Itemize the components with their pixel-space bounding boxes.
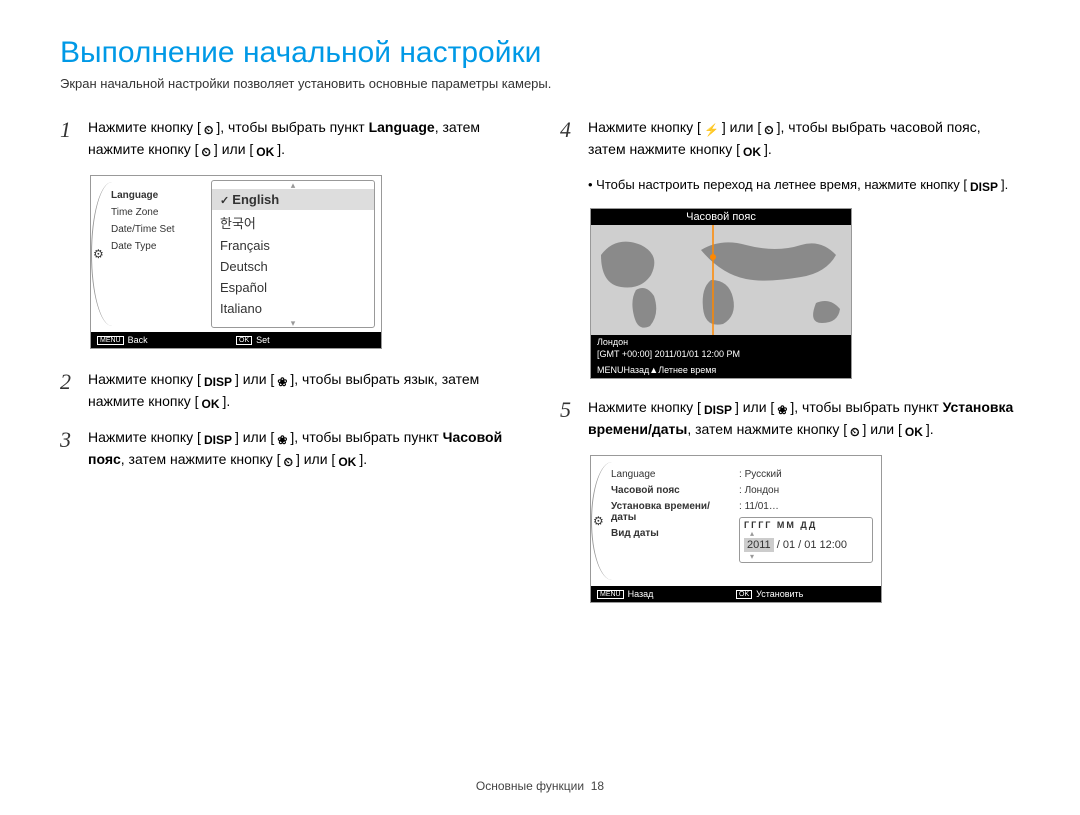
- lcd-timezone-screen: Часовой пояс: [590, 208, 852, 379]
- lang-option[interactable]: 한국어: [212, 210, 374, 235]
- lcd-language-screen: ⚙ Language Time Zone Date/Time Set Date …: [90, 175, 382, 349]
- lang-option[interactable]: Deutsch: [212, 256, 374, 277]
- step-2: 2 Нажмите кнопку [DISP] или [❀], чтобы в…: [60, 369, 520, 413]
- step-text: Нажмите кнопку [DISP] или [❀], чтобы выб…: [588, 397, 1020, 441]
- ok-icon: OK: [199, 395, 223, 413]
- step-text: Нажмите кнопку [DISP] или [❀], чтобы выб…: [88, 369, 520, 413]
- side-item: Time Zone: [111, 207, 205, 218]
- side-item: Language: [111, 190, 205, 201]
- side-item: Date Type: [111, 241, 205, 252]
- year-field[interactable]: 2011: [744, 538, 774, 552]
- gear-icon: ⚙: [593, 514, 604, 528]
- page-title: Выполнение начальной настройки: [60, 36, 1020, 70]
- flower-icon: ❀: [274, 373, 290, 391]
- flower-icon: ❀: [774, 401, 790, 419]
- step-text: Нажмите кнопку [⚡] или [⏲], чтобы выбрат…: [588, 117, 1020, 161]
- step-number: 1: [60, 117, 88, 161]
- right-column: 4 Нажмите кнопку [⚡] или [⏲], чтобы выбр…: [560, 117, 1020, 603]
- timer-icon: ⏲: [281, 453, 296, 471]
- step-1: 1 Нажмите кнопку [⏲], чтобы выбрать пунк…: [60, 117, 520, 161]
- step-text: Нажмите кнопку [DISP] или [❀], чтобы выб…: [88, 427, 520, 471]
- lang-option[interactable]: Français: [212, 235, 374, 256]
- lang-option[interactable]: Italiano: [212, 298, 374, 319]
- world-map: [591, 225, 851, 335]
- side-item: Date/Time Set: [111, 224, 205, 235]
- menu-icon: MENU: [97, 336, 124, 345]
- step-3: 3 Нажмите кнопку [DISP] или [❀], чтобы в…: [60, 427, 520, 471]
- city-label: Лондон: [597, 337, 845, 349]
- foot-set: Set: [256, 335, 270, 345]
- page-footer: Основные функции 18: [0, 779, 1080, 793]
- step-number: 2: [60, 369, 88, 413]
- disp-icon: DISP: [201, 431, 235, 449]
- disp-icon: DISP: [967, 178, 1001, 196]
- timer-icon: ⏲: [199, 143, 214, 161]
- side-item: Language: [611, 469, 735, 480]
- value-datetime: : 11/01…: [739, 501, 873, 512]
- side-item: Установка времени/даты: [611, 501, 735, 523]
- gmt-label: [GMT +00:00] 2011/01/01 12:00 PM: [597, 349, 845, 361]
- down-arrow-icon: ▾: [212, 319, 374, 327]
- lcd-datetime-screen: ⚙ Language Часовой пояс Установка времен…: [590, 455, 882, 603]
- page-subtitle: Экран начальной настройки позволяет уста…: [60, 76, 1020, 91]
- timer-icon: ⏲: [761, 121, 776, 139]
- value-language: : Русский: [739, 469, 873, 480]
- timer-icon: ⏲: [847, 423, 862, 441]
- foot-set: Установить: [756, 589, 803, 599]
- foot-back: Назад: [628, 589, 654, 599]
- ok-icon: OK: [736, 590, 752, 599]
- flash-icon: ⚡: [701, 121, 722, 139]
- ok-icon: OK: [335, 453, 359, 471]
- up-arrow-icon: ▲: [649, 365, 658, 375]
- step-number: 3: [60, 427, 88, 471]
- disp-icon: DISP: [701, 401, 735, 419]
- foot-back: Назад: [624, 365, 650, 375]
- side-item: Часовой пояс: [611, 485, 735, 496]
- step-5: 5 Нажмите кнопку [DISP] или [❀], чтобы в…: [560, 397, 1020, 441]
- side-item: Вид даты: [611, 528, 735, 539]
- menu-icon: MENU: [597, 590, 624, 599]
- gear-icon: ⚙: [93, 247, 104, 261]
- flower-icon: ❀: [274, 431, 290, 449]
- date-header: ГГГГ ММ ДД: [742, 520, 870, 530]
- down-arrow-icon: ▾: [742, 553, 870, 560]
- foot-back: Back: [128, 335, 148, 345]
- ok-icon: OK: [902, 423, 926, 441]
- step-4-note: • Чтобы настроить переход на летнее врем…: [588, 175, 1020, 196]
- step-text: Нажмите кнопку [⏲], чтобы выбрать пункт …: [88, 117, 520, 161]
- up-arrow-icon: ▴: [742, 530, 870, 537]
- step-number: 4: [560, 117, 588, 161]
- disp-icon: DISP: [201, 373, 235, 391]
- lcd2-title: Часовой пояс: [591, 209, 851, 225]
- step-4: 4 Нажмите кнопку [⚡] или [⏲], чтобы выбр…: [560, 117, 1020, 161]
- step-number: 5: [560, 397, 588, 441]
- date-rest: / 01 / 01 12:00: [774, 539, 847, 551]
- value-timezone: : Лондон: [739, 485, 873, 496]
- left-column: 1 Нажмите кнопку [⏲], чтобы выбрать пунк…: [60, 117, 520, 603]
- menu-icon: MENU: [597, 365, 624, 375]
- up-arrow-icon: ▴: [212, 181, 374, 189]
- language-dropdown[interactable]: ▴ English 한국어 Français Deutsch Español I…: [211, 180, 375, 328]
- ok-icon: OK: [236, 336, 252, 345]
- foot-dst: Летнее время: [658, 365, 716, 375]
- timer-icon: ⏲: [201, 121, 216, 139]
- ok-icon: OK: [740, 143, 764, 161]
- lang-option[interactable]: English: [212, 189, 374, 210]
- lang-option[interactable]: Español: [212, 277, 374, 298]
- ok-icon: OK: [253, 143, 277, 161]
- date-editor[interactable]: ГГГГ ММ ДД ▴ 2011 / 01 / 01 12:00 ▾: [739, 517, 873, 563]
